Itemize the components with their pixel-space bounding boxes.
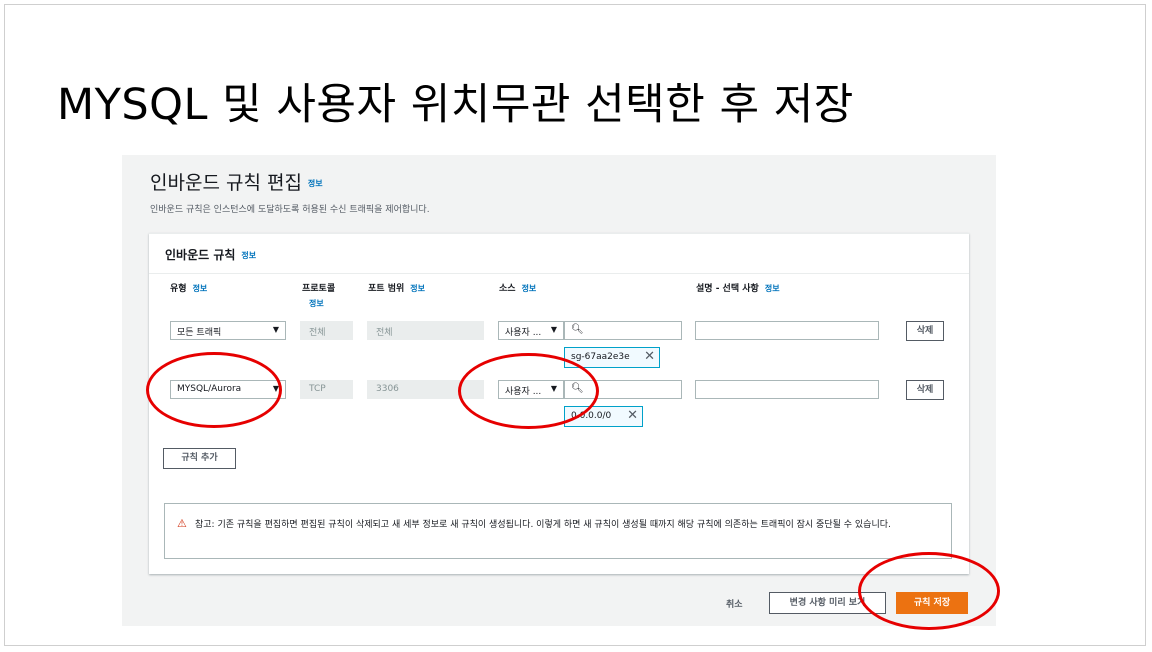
warning-alert: ⚠ 참고: 기존 규칙을 편집하면 편집된 규칙이 삭제되고 새 세부 정보로 … bbox=[164, 503, 952, 559]
page-title: 인바운드 규칙 편집 정보 bbox=[150, 168, 323, 195]
source-search-input[interactable]: 🔍︎ bbox=[564, 380, 682, 399]
source-search-input[interactable]: 🔍︎ bbox=[564, 321, 682, 340]
warning-icon: ⚠ bbox=[177, 517, 187, 530]
info-link[interactable]: 정보 bbox=[309, 298, 335, 309]
port-range-field: 3306 bbox=[367, 380, 484, 399]
inbound-rules-panel: 인바운드 규칙 정보 유형 정보 프로토콜 정보 포트 범위 정보 소스 정보 설명 -… bbox=[149, 233, 969, 574]
info-link[interactable]: 정보 bbox=[765, 284, 780, 293]
token-label: 0.0.0.0/0 bbox=[571, 411, 612, 421]
caret-down-icon: ▼ bbox=[272, 325, 279, 334]
source-select[interactable]: 사용자 ... ▼ bbox=[498, 380, 564, 399]
column-header-source: 소스 정보 bbox=[499, 281, 536, 294]
port-range-field: 전체 bbox=[367, 321, 484, 340]
search-icon: 🔍︎ bbox=[571, 383, 584, 394]
alert-message: 참고: 기존 규칙을 편집하면 편집된 규칙이 삭제되고 새 세부 정보로 새 … bbox=[195, 520, 891, 530]
cancel-button[interactable]: 취소 bbox=[726, 597, 743, 610]
source-select-value: 사용자 ... bbox=[505, 328, 542, 338]
close-icon[interactable]: ✕ bbox=[627, 408, 638, 423]
panel-title-text: 인바운드 규칙 bbox=[165, 248, 236, 262]
caret-down-icon: ▼ bbox=[550, 325, 557, 334]
type-select[interactable]: 모든 트래픽 ▼ bbox=[170, 321, 286, 340]
delete-rule-button[interactable]: 삭제 bbox=[906, 321, 944, 341]
console-screenshot: 인바운드 규칙 편집 정보 인바운드 규칙은 인스턴스에 도달하도록 허용된 수신… bbox=[122, 155, 996, 626]
protocol-field: TCP bbox=[300, 380, 353, 399]
panel-title: 인바운드 규칙 정보 bbox=[165, 246, 256, 263]
column-header-type: 유형 정보 bbox=[170, 281, 207, 294]
protocol-field: 전체 bbox=[300, 321, 353, 340]
type-select-value: MYSQL/Aurora bbox=[177, 384, 242, 394]
source-token: 0.0.0.0/0 ✕ bbox=[564, 406, 643, 427]
column-label: 포트 범위 bbox=[368, 284, 405, 294]
description-input[interactable] bbox=[695, 321, 879, 340]
token-label: sg-67aa2e3e bbox=[571, 352, 630, 362]
info-link[interactable]: 정보 bbox=[241, 251, 256, 260]
column-label: 유형 bbox=[170, 284, 187, 294]
column-header-port-range: 포트 범위 정보 bbox=[368, 281, 425, 294]
add-rule-button[interactable]: 규칙 추가 bbox=[163, 448, 236, 469]
page-description: 인바운드 규칙은 인스턴스에 도달하도록 허용된 수신 트래픽을 제어합니다. bbox=[150, 205, 430, 215]
save-rules-button[interactable]: 규칙 저장 bbox=[896, 592, 968, 614]
source-select[interactable]: 사용자 ... ▼ bbox=[498, 321, 564, 340]
info-link[interactable]: 정보 bbox=[410, 284, 425, 293]
info-link[interactable]: 정보 bbox=[193, 284, 208, 293]
caret-down-icon: ▼ bbox=[272, 384, 279, 393]
column-label: 설명 - 선택 사항 bbox=[696, 284, 759, 294]
slide-title: MYSQL 및 사용자 위치무관 선택한 후 저장 bbox=[57, 80, 854, 130]
column-header-description: 설명 - 선택 사항 정보 bbox=[696, 281, 780, 294]
column-label: 소스 bbox=[499, 284, 516, 294]
panel-header: 인바운드 규칙 정보 bbox=[149, 234, 969, 274]
delete-rule-button[interactable]: 삭제 bbox=[906, 380, 944, 400]
type-select-value: 모든 트래픽 bbox=[177, 328, 222, 338]
page-title-text: 인바운드 규칙 편집 bbox=[150, 172, 302, 194]
column-label: 프로토콜 bbox=[302, 284, 336, 294]
close-icon[interactable]: ✕ bbox=[644, 349, 655, 364]
preview-changes-button[interactable]: 변경 사항 미리 보기 bbox=[769, 592, 886, 614]
info-link[interactable]: 정보 bbox=[308, 179, 323, 188]
source-token: sg-67aa2e3e ✕ bbox=[564, 347, 660, 368]
column-header-protocol: 프로토콜 정보 bbox=[302, 281, 335, 309]
source-select-value: 사용자 ... bbox=[505, 387, 542, 397]
description-input[interactable] bbox=[695, 380, 879, 399]
info-link[interactable]: 정보 bbox=[522, 284, 537, 293]
caret-down-icon: ▼ bbox=[550, 384, 557, 393]
search-icon: 🔍︎ bbox=[571, 324, 584, 335]
type-select[interactable]: MYSQL/Aurora ▼ bbox=[170, 380, 286, 399]
